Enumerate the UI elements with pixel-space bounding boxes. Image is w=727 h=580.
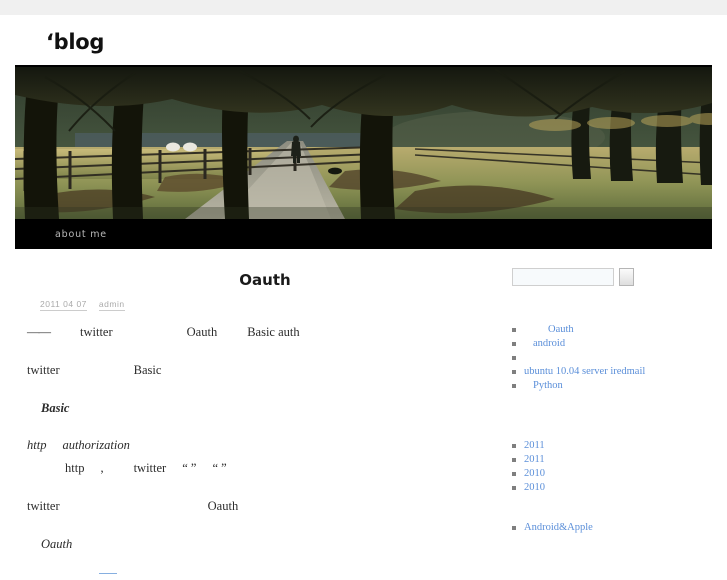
recent-post-link-iredmail[interactable]: ubuntu 10.04 server iredmail — [524, 366, 645, 378]
sidebar-column: Oauth android ubuntu 10.04 server iredma… — [495, 249, 712, 535]
widget-gap — [512, 393, 712, 439]
post-paragraph-6: twitter Oauth — [27, 497, 495, 516]
content-column: Oauth 2011 04 07 admin —— twitter Oauth Basi… — [15, 249, 495, 580]
bullet-icon — [512, 526, 516, 530]
recent-post-link-android[interactable]: android — [524, 338, 565, 350]
post-paragraph-5: http, twitter “ ” “ ” — [27, 459, 495, 478]
post-inline-link[interactable] — [99, 563, 117, 575]
list-item[interactable]: Python — [512, 379, 712, 393]
post-body: —— twitter Oauth Basic auth twitter Basic Ba… — [15, 309, 495, 580]
list-item[interactable]: Oauth — [512, 323, 712, 337]
para5-word-http: http — [65, 461, 85, 475]
list-item[interactable]: android — [512, 337, 712, 351]
post-author[interactable]: admin — [98, 299, 125, 311]
para7-word-oauth: Oauth — [41, 536, 73, 551]
bullet-icon — [512, 486, 516, 490]
list-item[interactable]: 2011 — [512, 453, 712, 467]
recent-post-link-oauth[interactable]: Oauth — [524, 324, 574, 336]
archives-widget: 2011 2011 2010 2010 — [512, 439, 712, 495]
categories-widget: Android&Apple — [512, 521, 712, 535]
bullet-icon — [512, 472, 516, 476]
site-header: ‘blog — [0, 15, 727, 65]
list-item[interactable]: Android&Apple — [512, 521, 712, 535]
search-input[interactable] — [512, 268, 614, 286]
para4-word-authorization: authorization — [62, 438, 130, 453]
para5-quote-a: “ ” — [182, 461, 197, 475]
post-meta: 2011 04 07 admin — [15, 299, 495, 311]
category-link-android-apple[interactable]: Android&Apple — [524, 522, 593, 534]
para2-word-twitter: twitter — [27, 362, 60, 377]
post-date[interactable]: 2011 04 07 — [40, 299, 87, 311]
para4-word-http: http — [27, 438, 47, 453]
site-title: ‘blog — [46, 30, 105, 54]
post-paragraph-2: twitter Basic — [27, 361, 495, 380]
main-columns: Oauth 2011 04 07 admin —— twitter Oauth Basi… — [15, 249, 712, 580]
post-paragraph-1: —— twitter Oauth Basic auth — [27, 323, 495, 342]
para1-dash: —— — [27, 325, 51, 339]
post-paragraph-7: Oauth — [27, 535, 495, 554]
bullet-icon — [512, 370, 516, 374]
para6-word-twitter: twitter — [27, 498, 60, 513]
post-title: Oauth — [239, 271, 291, 289]
archive-link-2011-a[interactable]: 2011 — [524, 440, 545, 452]
post-paragraph-3: Basic — [27, 399, 495, 418]
archive-link-2010-a[interactable]: 2010 — [524, 468, 545, 480]
bullet-icon — [512, 444, 516, 448]
recent-posts-widget: Oauth android ubuntu 10.04 server iredma… — [512, 323, 712, 393]
list-item[interactable]: 2010 — [512, 481, 712, 495]
para1-word-twitter: twitter — [80, 325, 113, 339]
nav-item-about-me[interactable]: about me — [15, 229, 107, 240]
list-item[interactable]: ubuntu 10.04 server iredmail — [512, 365, 712, 379]
post-paragraph-8 — [27, 561, 495, 580]
bullet-icon — [512, 356, 516, 360]
para5-word-twitter: twitter — [133, 461, 167, 475]
para2-word-basic: Basic — [133, 362, 162, 377]
meta-separator — [87, 306, 99, 307]
bullet-icon — [512, 328, 516, 332]
page-root: ‘blog about me Oauth 2011 04 07 admin ——… — [0, 15, 727, 580]
banner-image — [15, 65, 712, 219]
widget-gap — [512, 495, 712, 521]
list-item[interactable]: 2011 — [512, 439, 712, 453]
search-submit-button[interactable] — [619, 268, 634, 286]
list-item[interactable] — [512, 351, 712, 365]
categories-list: Android&Apple — [512, 521, 712, 535]
post-paragraph-4: http authorization — [27, 436, 495, 455]
top-gray-band — [0, 0, 727, 15]
archives-list: 2011 2011 2010 2010 — [512, 439, 712, 495]
search-widget — [512, 268, 712, 286]
para1-word-basicauth: Basic auth — [247, 325, 300, 339]
archive-link-2010-b[interactable]: 2010 — [524, 482, 545, 494]
para5-quote-b: “ ” — [212, 461, 227, 475]
para6-word-oauth: Oauth — [207, 498, 239, 513]
recent-posts-list: Oauth android ubuntu 10.04 server iredma… — [512, 323, 712, 393]
recent-post-link-python[interactable]: Python — [524, 380, 563, 392]
archive-link-2011-b[interactable]: 2011 — [524, 454, 545, 466]
bullet-icon — [512, 384, 516, 388]
banner-illustration — [15, 67, 712, 219]
list-item[interactable]: 2010 — [512, 467, 712, 481]
bullet-icon — [512, 342, 516, 346]
para3-word-basic: Basic — [41, 400, 70, 415]
site-nav: about me — [15, 219, 712, 249]
para1-word-oauth: Oauth — [186, 325, 218, 339]
bullet-icon — [512, 458, 516, 462]
para5-comma: , — [100, 461, 104, 475]
